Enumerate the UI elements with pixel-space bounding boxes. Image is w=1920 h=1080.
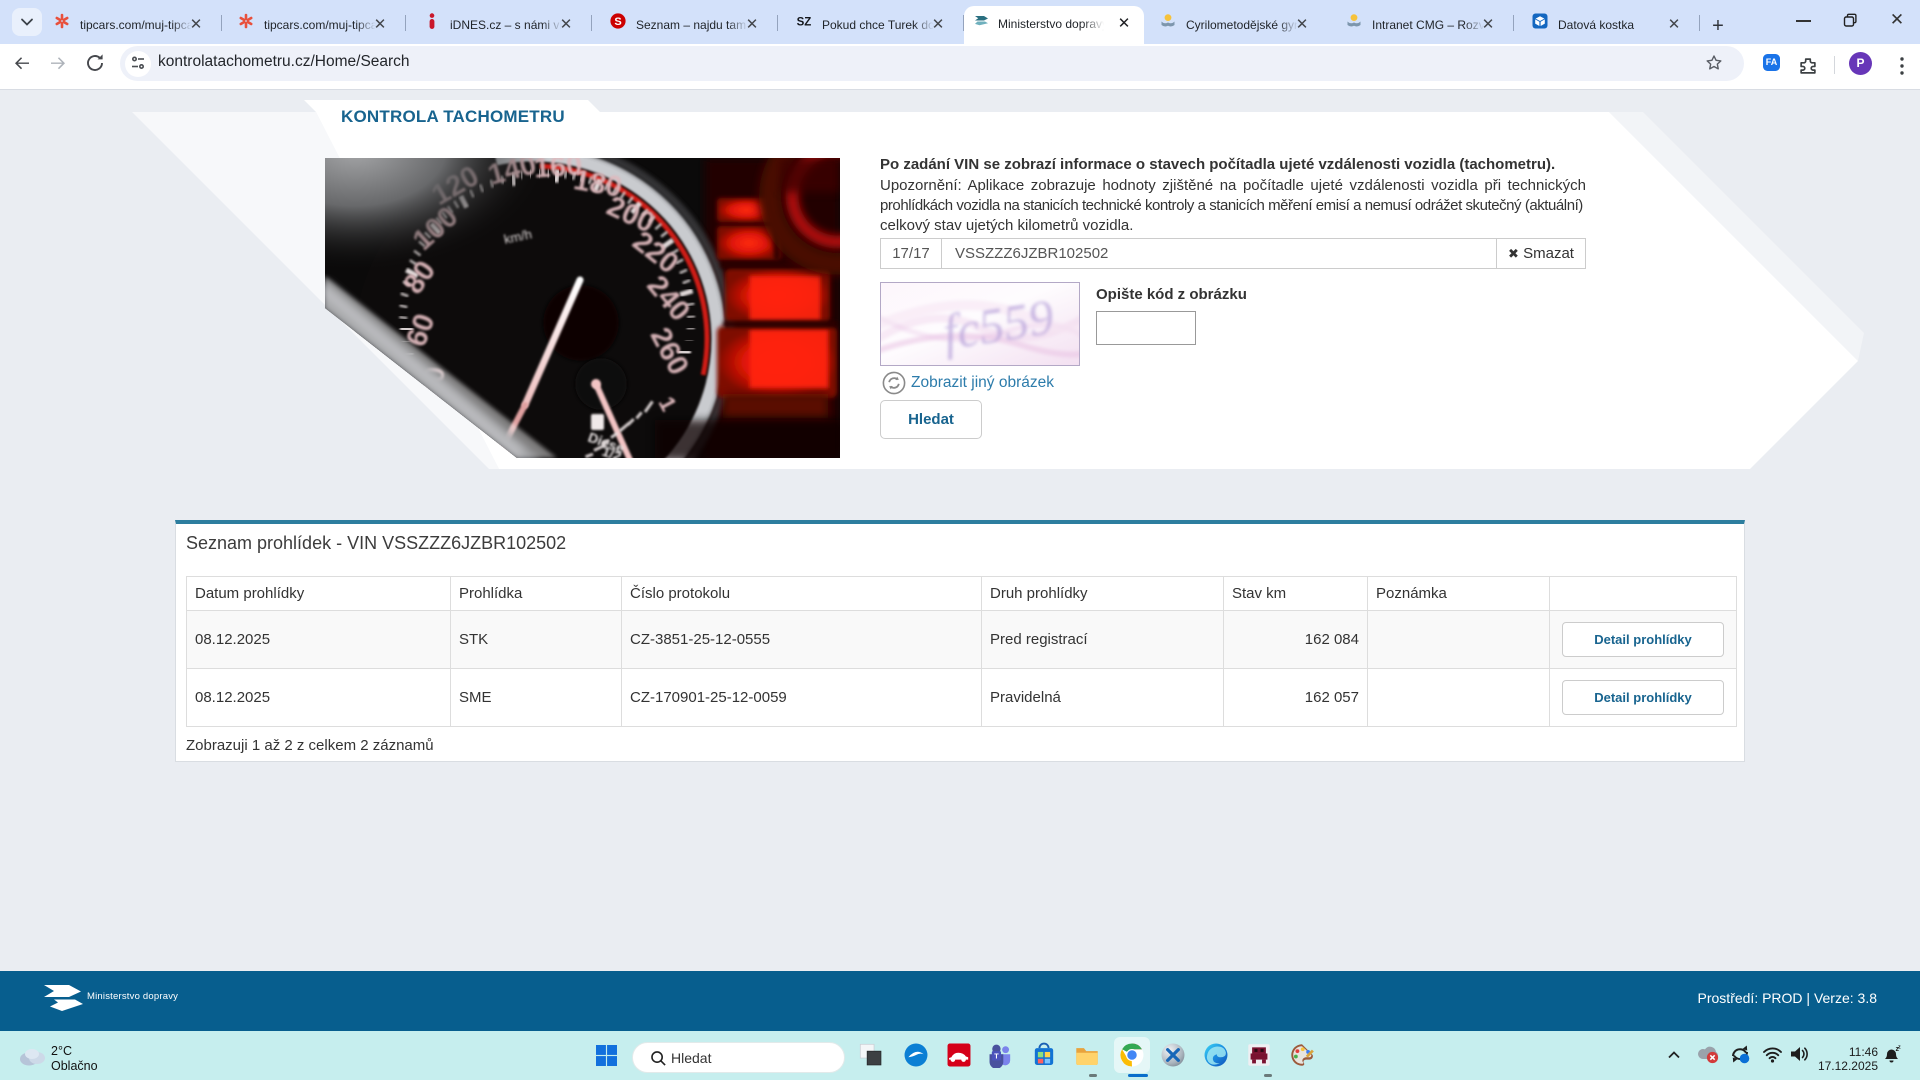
svg-text:SZ: SZ	[797, 17, 812, 29]
svg-text:T: T	[994, 1051, 999, 1060]
svg-text:z: z	[1898, 1044, 1901, 1050]
svg-text:S: S	[614, 16, 621, 28]
